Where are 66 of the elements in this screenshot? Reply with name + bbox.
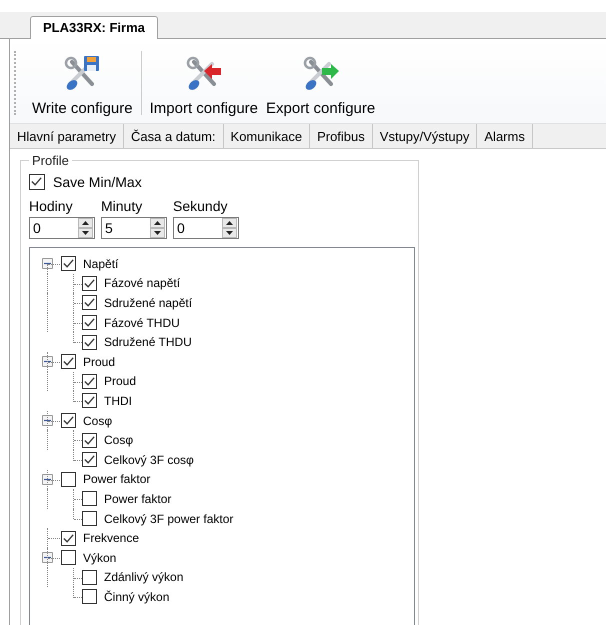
number-spinner[interactable]: 0: [173, 217, 239, 239]
spin-up-icon[interactable]: [78, 218, 93, 228]
document-tab[interactable]: PLA33RX: Firma: [30, 16, 158, 39]
spin-down-icon[interactable]: [222, 228, 237, 238]
checkbox[interactable]: [82, 393, 97, 408]
checkbox[interactable]: [82, 432, 97, 448]
tab[interactable]: Vstupy/Výstupy: [372, 124, 478, 148]
checkbox[interactable]: [82, 589, 97, 604]
tree-item[interactable]: Zdánlivý výkon: [104, 570, 184, 584]
tree-item[interactable]: THDI: [104, 394, 132, 408]
collapse-icon[interactable]: [42, 356, 53, 368]
collapse-icon[interactable]: [42, 415, 53, 426]
checkbox[interactable]: [82, 295, 97, 310]
tree-item[interactable]: Frekvence: [83, 531, 140, 546]
tab[interactable]: Alarms: [477, 124, 533, 148]
tree-item[interactable]: Celkový 3F cosφ: [104, 452, 194, 467]
spinner-label: Hodiny: [29, 198, 74, 214]
checkbox[interactable]: [82, 276, 97, 291]
tree-item[interactable]: Cosφ: [83, 414, 112, 428]
spin-up-icon[interactable]: [222, 218, 237, 228]
tab[interactable]: Časa a datum:: [124, 124, 224, 148]
checkbox[interactable]: [82, 315, 97, 330]
checkbox[interactable]: [61, 530, 76, 546]
tree-item[interactable]: Fázové napětí: [104, 276, 180, 290]
checkbox[interactable]: [82, 374, 97, 389]
tree-item[interactable]: Činný výkon: [104, 590, 170, 604]
collapse-icon[interactable]: [42, 552, 53, 564]
tree-item[interactable]: Power faktor: [83, 472, 150, 486]
toolbar-button[interactable]: Export configure: [262, 43, 380, 123]
tree-item[interactable]: Cosφ: [104, 433, 134, 448]
checkbox[interactable]: [29, 174, 45, 190]
checkbox[interactable]: [61, 550, 76, 566]
spinner-label: Sekundy: [173, 198, 228, 214]
toolbar-button[interactable]: Import configure: [146, 43, 262, 123]
spin-down-icon[interactable]: [78, 228, 93, 238]
checkbox[interactable]: [82, 570, 97, 585]
checkbox[interactable]: [61, 256, 76, 272]
tree-item[interactable]: Sdružené napětí: [104, 296, 192, 310]
number-spinner[interactable]: 5: [101, 217, 167, 239]
toolbar-button[interactable]: Write configure: [28, 43, 137, 123]
tab[interactable]: Hlavní parametry: [10, 124, 124, 148]
number-spinner[interactable]: 0: [29, 217, 95, 239]
checkbox[interactable]: [61, 354, 76, 370]
checkbox[interactable]: [82, 511, 97, 526]
spinner-label: Minuty: [101, 198, 144, 214]
checkbox-label: Save Min/Max: [53, 174, 142, 190]
checkbox[interactable]: [82, 491, 97, 506]
checkbox[interactable]: [82, 334, 97, 350]
tree-item[interactable]: Napětí: [83, 256, 118, 271]
checkbox[interactable]: [61, 413, 76, 428]
collapse-icon[interactable]: [42, 474, 53, 485]
tree-item[interactable]: Proud: [83, 354, 116, 369]
tree-item[interactable]: Výkon: [83, 550, 116, 565]
collapse-icon[interactable]: [42, 258, 53, 270]
tree-item[interactable]: Sdružené THDU: [104, 335, 192, 350]
checkbox[interactable]: [61, 472, 76, 487]
spin-down-icon[interactable]: [150, 228, 165, 238]
tree-item[interactable]: Celkový 3F power faktor: [104, 512, 234, 526]
tree-item[interactable]: Fázové THDU: [104, 316, 180, 330]
group-title: Profile: [31, 153, 70, 168]
tab[interactable]: Profibus: [310, 124, 373, 148]
tree-item[interactable]: Power faktor: [104, 492, 172, 506]
checkbox[interactable]: [82, 452, 97, 468]
tree-item[interactable]: Proud: [104, 374, 136, 388]
spin-up-icon[interactable]: [150, 218, 165, 228]
tab[interactable]: Komunikace: [224, 124, 310, 148]
